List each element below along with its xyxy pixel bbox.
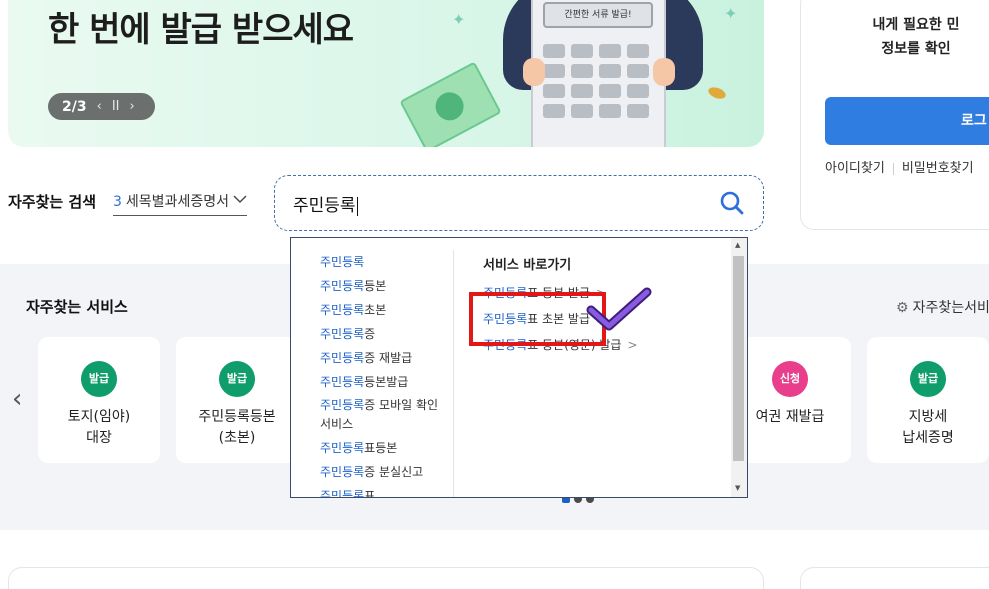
search-input-value: 주민등록 xyxy=(293,191,358,216)
service-badge: 신청 xyxy=(772,361,808,397)
chevron-down-icon xyxy=(233,191,247,211)
sparkle-icon: ✦ xyxy=(724,4,738,23)
bottom-panel xyxy=(800,567,989,589)
gear-icon: ⚙ xyxy=(896,300,909,316)
promo-banner[interactable]: 한 번에 발급 받으세요 2/3 ‹ II › ✦ ✦ 간편한 서류 발급! xyxy=(8,0,764,147)
chevron-right-icon: > xyxy=(627,338,638,352)
suggestion-item[interactable]: 주민등록등본발급 xyxy=(320,370,450,394)
scroll-thumb[interactable] xyxy=(733,256,744,461)
money-illustration xyxy=(399,61,502,147)
pager-next-button[interactable]: › xyxy=(130,99,135,114)
suggestion-item[interactable]: 주민등록표등본 xyxy=(320,436,450,460)
service-card[interactable]: 발급 지방세 납세증명 xyxy=(867,337,989,463)
calculator-screen: 간편한 서류 발급! xyxy=(543,2,653,28)
search-autocomplete: 주민등록 주민등록등본 주민등록초본 주민등록증 주민등록증 재발급 주민등록등… xyxy=(290,237,748,498)
services-title: 자주찾는 서비스 xyxy=(26,298,128,316)
sparkle-icon: ✦ xyxy=(452,10,466,29)
suggestion-item[interactable]: 주민등록증 모바일 확인 서비스 xyxy=(320,394,450,436)
service-label: 지방세 납세증명 xyxy=(902,409,954,446)
frequent-search-label: 자주찾는 검색 xyxy=(8,193,97,211)
search-input[interactable]: 주민등록 xyxy=(274,175,764,231)
suggestion-list: 주민등록 주민등록등본 주민등록초본 주민등록증 주민등록증 재발급 주민등록등… xyxy=(320,250,450,497)
person-illustration: 간편한 서류 발급! xyxy=(503,0,703,147)
right-hand xyxy=(653,58,675,86)
services-prev-button[interactable]: ‹ xyxy=(12,384,22,414)
pager-pause-button[interactable]: II xyxy=(112,99,120,114)
pager-prev-button[interactable]: ‹ xyxy=(97,99,102,114)
search-icon[interactable] xyxy=(719,190,745,216)
login-links: 아이디찾기 비밀번호찾기 xyxy=(825,157,974,176)
service-card[interactable]: 발급 토지(임야) 대장 xyxy=(38,337,160,463)
suggestion-item[interactable]: 주민등록 xyxy=(320,250,450,274)
login-card: 내게 필요한 민 정보를 확인 로그 아이디찾기 비밀번호찾기 xyxy=(800,0,989,230)
scroll-up-icon[interactable]: ▲ xyxy=(735,241,740,249)
suggestion-item[interactable]: 주민등록증 재발급 xyxy=(320,346,450,370)
service-label: 토지(임야) 대장 xyxy=(67,409,131,446)
dropdown-scrollbar[interactable]: ▲ ▼ xyxy=(731,238,747,497)
service-badge: 발급 xyxy=(910,361,946,397)
shortcut-title: 서비스 바로가기 xyxy=(483,258,572,273)
scroll-down-icon[interactable]: ▼ xyxy=(735,484,740,492)
left-hand xyxy=(523,58,545,86)
login-button[interactable]: 로그 xyxy=(825,97,989,145)
bottom-panel xyxy=(8,567,764,589)
suggestion-item[interactable]: 주민등록증 분실신고 xyxy=(320,460,450,484)
suggestion-item[interactable]: 주민등록표 xyxy=(320,484,450,497)
dropdown-divider xyxy=(453,250,454,497)
checkmark-icon xyxy=(586,287,652,331)
coin-illustration xyxy=(706,85,728,101)
link-divider xyxy=(892,162,894,175)
login-message: 내게 필요한 민 정보를 확인 xyxy=(872,17,960,57)
service-badge: 발급 xyxy=(81,361,117,397)
suggestion-item[interactable]: 주민등록초본 xyxy=(320,298,450,322)
calculator-illustration: 간편한 서류 발급! xyxy=(531,0,666,147)
banner-pager: 2/3 ‹ II › xyxy=(48,93,155,120)
calculator-keys xyxy=(543,44,649,118)
service-card[interactable]: 발급 주민등록등본 (초본) xyxy=(176,337,298,463)
find-password-link[interactable]: 비밀번호찾기 xyxy=(902,161,974,176)
frequent-search-term: 세목별과세증명서 xyxy=(125,194,229,210)
find-id-link[interactable]: 아이디찾기 xyxy=(825,161,885,176)
suggestion-item[interactable]: 주민등록등본 xyxy=(320,274,450,298)
service-label: 주민등록등본 (초본) xyxy=(198,409,276,446)
banner-title: 한 번에 발급 받으세요 xyxy=(48,10,354,50)
suggestion-item[interactable]: 주민등록증 xyxy=(320,322,450,346)
frequent-search-rank: 3 xyxy=(113,194,122,210)
frequent-search-select[interactable]: 3 세목별과세증명서 xyxy=(113,191,247,216)
service-badge: 발급 xyxy=(219,361,255,397)
services-settings-button[interactable]: ⚙ 자주찾는서비 xyxy=(896,297,989,317)
pager-count: 2/3 xyxy=(62,98,87,115)
